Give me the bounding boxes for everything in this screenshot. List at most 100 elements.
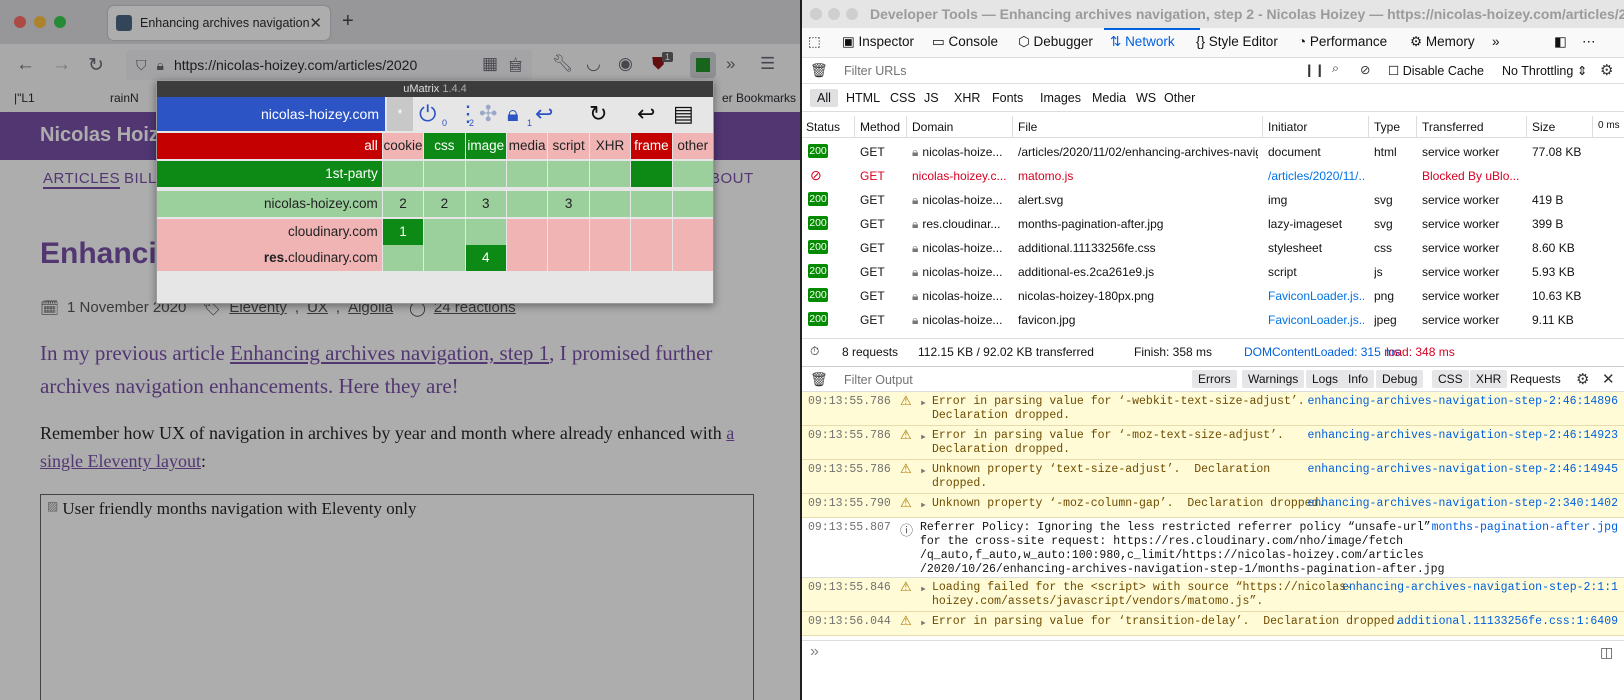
col-initiator[interactable]: Initiator (1268, 120, 1307, 134)
umatrix-col-image[interactable]: image (465, 133, 506, 159)
pick-element-icon[interactable]: ⬚ (808, 34, 821, 50)
filter-fonts[interactable]: Fonts (992, 91, 1023, 105)
umatrix-cell[interactable] (672, 219, 713, 245)
filter-requests-button[interactable]: Requests (1510, 372, 1561, 386)
console-settings-icon[interactable]: ⚙ (1576, 370, 1589, 388)
console-message[interactable]: ⚠ ▸ 09:13:55.846 Loading failed for the <sc… (802, 578, 1624, 612)
umatrix-col-xhr[interactable]: XHR (589, 133, 631, 159)
umatrix-col-media[interactable]: media (506, 133, 548, 159)
umatrix-cell[interactable] (548, 219, 589, 245)
extensions-grid-icon[interactable]: ▦ (482, 54, 498, 74)
tab-active[interactable]: Enhancing archives navigation, s ✕ (108, 6, 330, 40)
tab-network[interactable]: ⇅ Network (1110, 34, 1175, 50)
umatrix-cell[interactable]: 1 (382, 219, 424, 245)
umatrix-cell[interactable] (465, 161, 506, 187)
umatrix-cell[interactable] (424, 245, 465, 271)
power-icon[interactable]: ⏻ (419, 101, 436, 127)
close-window-button[interactable] (810, 8, 822, 20)
zoom-window-button[interactable] (846, 8, 858, 20)
search-icon[interactable]: ⌕ (1332, 61, 1339, 76)
umatrix-cell[interactable] (506, 219, 548, 245)
filter-errors-button[interactable]: Errors (1192, 370, 1237, 388)
umatrix-cell[interactable]: 2 (382, 191, 424, 217)
filter-xhr[interactable]: XHR (954, 91, 980, 105)
col-waterfall[interactable]: 0 ms (1598, 120, 1620, 131)
dashboard-icon[interactable]: ▤ (673, 101, 694, 127)
tab-console[interactable]: ▭ Console (932, 34, 998, 50)
umatrix-cell[interactable] (672, 245, 713, 271)
umatrix-col-cookie[interactable]: cookie (382, 133, 424, 159)
close-window-button[interactable] (14, 16, 26, 28)
umatrix-row-label[interactable]: nicolas-hoizey.com (157, 191, 382, 217)
umatrix-cell[interactable] (424, 161, 465, 187)
umatrix-cell[interactable] (631, 161, 672, 187)
expand-arrow-icon[interactable]: ▸ (920, 615, 927, 630)
back-icon[interactable]: ← (16, 54, 35, 76)
filter-output-input[interactable]: Filter Output (844, 373, 913, 387)
minimize-window-button[interactable] (34, 16, 46, 28)
trash-icon[interactable]: 🗑︎ (810, 371, 828, 388)
tab-debugger[interactable]: ⬡ Debugger (1018, 34, 1093, 50)
umatrix-col-script[interactable]: script (548, 133, 589, 159)
tab-style-editor[interactable]: {} Style Editor (1196, 34, 1278, 49)
dock-icon[interactable]: ◧ (1554, 34, 1567, 50)
block-icon[interactable]: ⊘ (1360, 62, 1370, 77)
message-source[interactable]: enhancing-archives-navigation-step-2:1:1 (1342, 581, 1618, 594)
shield-icon[interactable]: ⛉ (136, 57, 147, 74)
umatrix-cell[interactable] (506, 161, 548, 187)
tab-memory[interactable]: ⚙ Memory (1410, 34, 1475, 50)
umatrix-cell[interactable] (631, 191, 672, 217)
bookmark-item[interactable]: |"L1 (14, 91, 35, 105)
reload-icon[interactable]: ↻ (88, 54, 104, 77)
other-bookmarks[interactable]: er Bookmarks (722, 91, 796, 105)
url-bar[interactable]: ⛉ 🔒︎ https://nicolas-hoizey.com/articles… (126, 50, 532, 80)
col-method[interactable]: Method (860, 120, 900, 134)
col-size[interactable]: Size (1532, 120, 1555, 134)
dots-icon[interactable]: ⋮ (457, 101, 479, 127)
col-domain[interactable]: Domain (912, 120, 953, 134)
umatrix-cell[interactable] (382, 161, 424, 187)
message-source[interactable]: enhancing-archives-navigation-step-2:340… (1307, 497, 1618, 510)
umatrix-col-other[interactable]: other (672, 133, 713, 159)
network-request-row[interactable]: 200 GET 🔒︎ nicolas-hoize... additional-es.2c… (802, 260, 1624, 284)
filter-urls-input[interactable]: Filter URLs (844, 64, 907, 78)
col-transferred[interactable]: Transferred (1422, 120, 1484, 134)
reload-icon[interactable]: ↻ (589, 101, 607, 127)
col-type[interactable]: Type (1374, 120, 1400, 134)
close-tab-icon[interactable]: ✕ (309, 14, 322, 32)
site-title[interactable]: Nicolas Hoiz (40, 124, 159, 147)
network-request-row[interactable]: 200 GET 🔒︎ nicolas-hoize... /articles/2020/1… (802, 140, 1624, 164)
expand-arrow-icon[interactable]: ▸ (920, 429, 927, 444)
umatrix-cell-all[interactable]: all (157, 133, 382, 159)
editor-mode-icon[interactable]: ◫ (1600, 644, 1613, 661)
umatrix-cell[interactable] (506, 191, 548, 217)
filter-html[interactable]: HTML (846, 91, 880, 105)
message-source[interactable]: enhancing-archives-navigation-step-2:46:… (1307, 429, 1618, 442)
console-message[interactable]: ⚠ ▸ 09:13:55.786 Error in parsing value for… (802, 426, 1624, 460)
umatrix-cell[interactable] (631, 245, 672, 271)
filter-ws[interactable]: WS (1136, 91, 1156, 105)
umatrix-scope[interactable]: nicolas-hoizey.com (157, 97, 385, 131)
network-request-row[interactable]: 200 GET 🔒︎ nicolas-hoize... additional.11133… (802, 236, 1624, 260)
umatrix-cell[interactable] (589, 161, 631, 187)
disable-cache-checkbox[interactable]: ☐ Disable Cache (1388, 63, 1484, 78)
filter-css-button[interactable]: CSS (1432, 370, 1469, 388)
lock-icon[interactable]: 🔒︎ (507, 101, 519, 127)
filter-warnings-button[interactable]: Warnings (1242, 370, 1305, 388)
minimize-window-button[interactable] (828, 8, 840, 20)
umatrix-cell[interactable] (465, 219, 506, 245)
filter-logs-button[interactable]: Logs (1306, 370, 1345, 388)
network-request-row[interactable]: 200 GET 🔒︎ nicolas-hoize... favicon.jpg Favic… (802, 308, 1624, 332)
umatrix-col-css[interactable]: css (424, 133, 465, 159)
umatrix-col-frame[interactable]: frame (631, 133, 672, 159)
forward-icon[interactable]: → (52, 54, 71, 76)
filter-all[interactable]: All (810, 89, 838, 107)
umatrix-cell[interactable] (548, 161, 589, 187)
umatrix-cell[interactable]: 4 (465, 245, 506, 271)
filter-images[interactable]: Images (1040, 91, 1081, 105)
filter-xhr-button[interactable]: XHR (1470, 370, 1508, 388)
umatrix-cell[interactable] (589, 219, 631, 245)
umatrix-row-label[interactable]: 1st-party (157, 161, 382, 187)
message-source[interactable]: months-pagination-after.jpg (1432, 521, 1618, 534)
umatrix-global-scope[interactable]: * (387, 97, 413, 131)
